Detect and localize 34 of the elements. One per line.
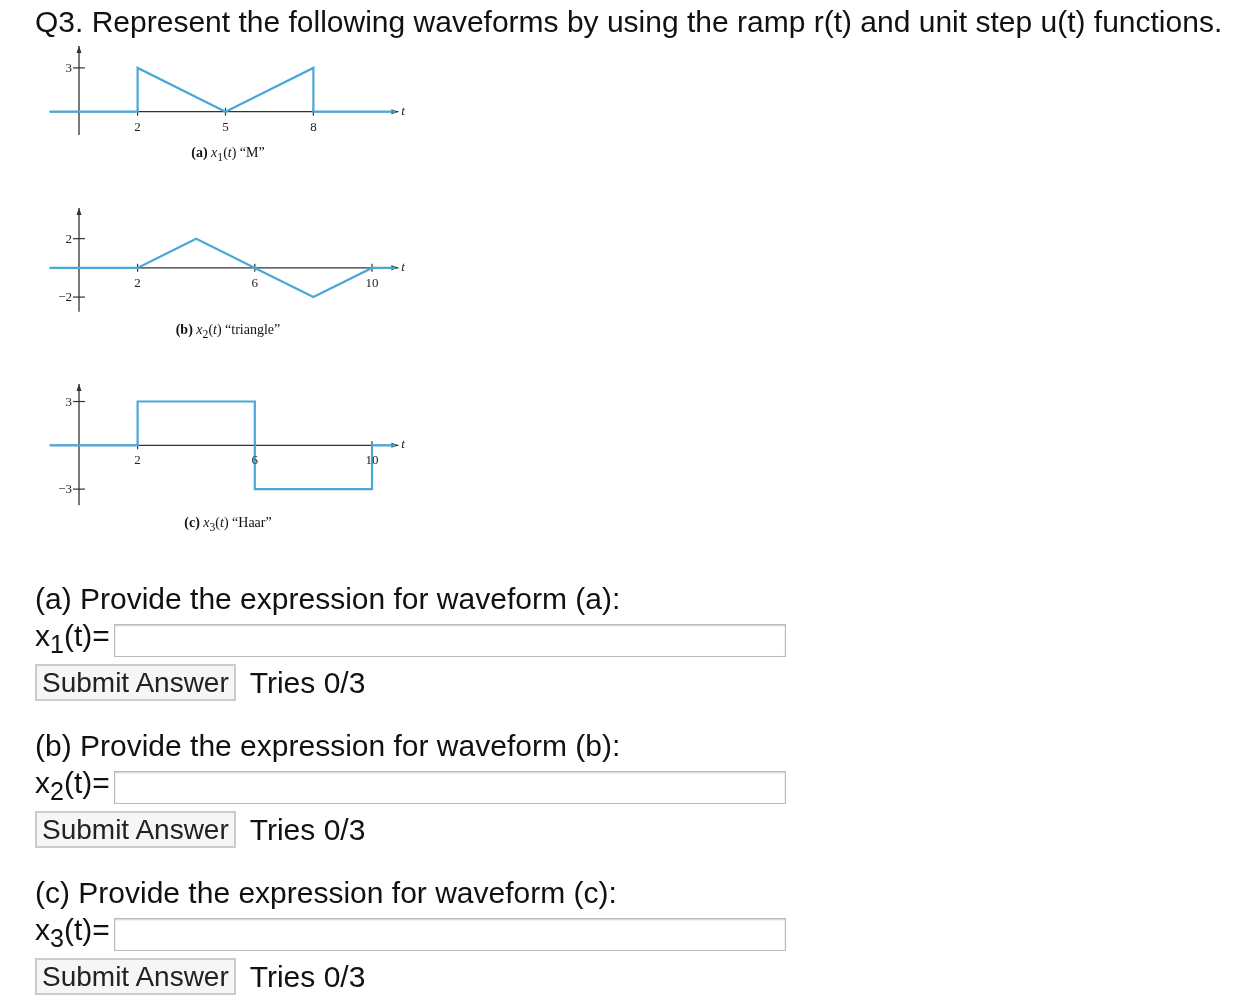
answer-field[interactable] [113, 917, 786, 951]
answer-field[interactable] [113, 770, 786, 804]
axis-label: t [401, 102, 405, 118]
answer-label: x$_{2}$(t)= [35, 765, 110, 808]
tick-label: 3 [65, 393, 72, 409]
tick-label: 2 [134, 274, 141, 290]
question-prompt: (a) Provide the expression for waveform (a): [35, 582, 622, 617]
tick-label: 10 [365, 274, 379, 290]
submit-answer-button[interactable]: Submit Answer [35, 664, 236, 702]
figure-caption: (a) x$_{1}$(t) “M” [191, 145, 265, 164]
tick-label: 2 [65, 230, 72, 246]
tick-label: −2 [58, 288, 72, 304]
tick-label: 2 [134, 452, 141, 468]
tick-label: −3 [58, 481, 72, 497]
tries-counter: Tries 0/3 [249, 959, 366, 994]
axis-label: t [401, 436, 405, 452]
answer-label: x$_{3}$(t)= [35, 912, 110, 955]
submit-answer-button[interactable]: Submit Answer [35, 811, 236, 849]
tick-label: 6 [251, 274, 259, 290]
tick-label: 5 [222, 118, 229, 134]
question-title: Q3. Represent the following waveforms by using the ramp r(t) and unit step u(t) functions. [35, 6, 1224, 38]
tries-counter: Tries 0/3 [249, 812, 366, 847]
axis-label: t [401, 258, 405, 274]
tick-label: 8 [310, 118, 317, 134]
answer-label: x$_{1}$(t)= [35, 618, 110, 661]
figure-caption: (b) x$_{2}$(t) “triangle” [175, 321, 281, 341]
question-prompt: (b) Provide the expression for waveform (b): [35, 729, 622, 764]
submit-answer-button[interactable]: Submit Answer [35, 958, 236, 996]
answer-field[interactable] [113, 623, 786, 657]
tick-label: 2 [134, 118, 141, 134]
tries-counter: Tries 0/3 [249, 665, 366, 700]
tick-label: 3 [65, 59, 72, 75]
question-prompt: (c) Provide the expression for waveform (c): [35, 876, 618, 911]
figure-caption: (c) x$_{3}$(t) “Haar” [184, 515, 272, 535]
